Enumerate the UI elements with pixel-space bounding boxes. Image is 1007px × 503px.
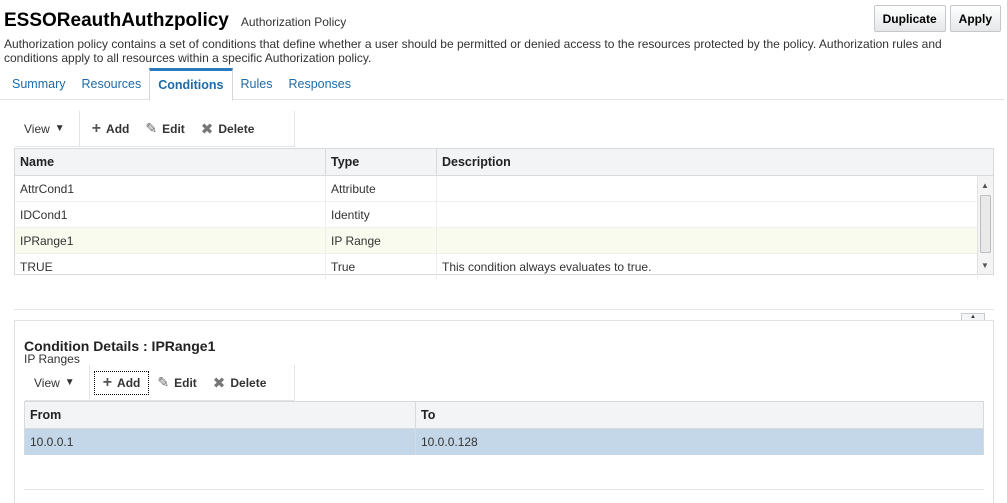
- delete-ip-range-button[interactable]: ✖ Delete: [205, 371, 275, 395]
- apply-button[interactable]: Apply: [949, 5, 1001, 32]
- cell-from: 10.0.0.1: [25, 429, 416, 455]
- cell-description: [437, 176, 978, 201]
- add-label: Add: [117, 375, 141, 390]
- page-header: ESSOReauthAuthzpolicy Authorization Poli…: [4, 10, 346, 36]
- add-ip-range-button[interactable]: + Add: [93, 370, 150, 395]
- delete-label: Delete: [230, 375, 267, 390]
- caret-down-icon: ▼: [54, 123, 65, 134]
- column-header-to[interactable]: To: [416, 402, 983, 428]
- view-menu[interactable]: View ▼: [15, 110, 80, 147]
- page-subtitle: Authorization Policy: [240, 15, 347, 29]
- ip-ranges-table-header: From To: [25, 402, 983, 429]
- cell-description: [437, 228, 978, 253]
- top-action-buttons: Duplicate Apply: [873, 5, 1001, 32]
- page-title: ESSOReauthAuthzpolicy: [4, 10, 229, 31]
- column-header-name[interactable]: Name: [15, 149, 326, 175]
- tab-responses[interactable]: Responses: [280, 68, 359, 100]
- pencil-icon: ✎: [157, 374, 170, 390]
- tab-bar: Summary Resources Conditions Rules Respo…: [0, 68, 1004, 101]
- plus-icon: +: [91, 119, 102, 137]
- caret-down-icon: ▼: [64, 377, 75, 388]
- add-label: Add: [106, 121, 130, 136]
- cell-name: IDCond1: [15, 202, 326, 227]
- conditions-table-header: Name Type Description: [15, 149, 993, 176]
- cell-name: AttrCond1: [15, 176, 326, 201]
- scroll-up-icon[interactable]: ▲: [981, 181, 989, 190]
- cell-description: This condition always evaluates to true.: [437, 254, 978, 280]
- column-header-type[interactable]: Type: [326, 149, 437, 175]
- ip-ranges-table: From To 10.0.0.1 10.0.0.128: [24, 401, 984, 455]
- conditions-table: Name Type Description AttrCond1 Attribut…: [14, 148, 994, 280]
- table-row-highlighted[interactable]: IPRange1 IP Range: [15, 228, 993, 254]
- conditions-toolbar: View ▼ + Add ✎ Edit ✖ Delete: [15, 110, 295, 147]
- view-menu-label: View: [24, 121, 50, 136]
- cell-name: TRUE: [15, 254, 326, 280]
- section-divider: [14, 309, 994, 310]
- scrollbar-thumb[interactable]: [980, 195, 991, 253]
- ip-ranges-toolbar: View ▼ + Add ✎ Edit ✖ Delete: [25, 364, 295, 401]
- cell-type: IP Range: [326, 228, 437, 253]
- tab-rules[interactable]: Rules: [233, 68, 281, 100]
- view-menu[interactable]: View ▼: [25, 364, 90, 401]
- cell-to: 10.0.0.128: [421, 435, 478, 449]
- edit-ip-range-button[interactable]: ✎ Edit: [149, 371, 204, 395]
- duplicate-button[interactable]: Duplicate: [873, 5, 946, 32]
- delete-label: Delete: [218, 121, 255, 136]
- scroll-down-icon[interactable]: ▼: [981, 261, 989, 270]
- pencil-icon: ✎: [145, 120, 158, 136]
- edit-condition-button[interactable]: ✎ Edit: [137, 117, 192, 141]
- policy-description: Authorization policy contains a set of c…: [4, 37, 942, 65]
- delete-x-icon: ✖: [212, 374, 226, 392]
- table-row[interactable]: AttrCond1 Attribute: [15, 176, 993, 202]
- edit-label: Edit: [174, 375, 197, 390]
- table-row-selected[interactable]: 10.0.0.1 10.0.0.128: [25, 429, 983, 455]
- table-row[interactable]: TRUE True This condition always evaluate…: [15, 254, 993, 280]
- edit-label: Edit: [162, 121, 185, 136]
- column-header-from[interactable]: From: [25, 402, 416, 428]
- table-row[interactable]: IDCond1 Identity: [15, 202, 993, 228]
- cell-name: IPRange1: [15, 228, 326, 253]
- cell-type: True: [326, 254, 437, 280]
- column-header-description[interactable]: Description: [437, 149, 978, 175]
- plus-icon: +: [102, 373, 113, 391]
- details-bottom-divider: [24, 489, 984, 490]
- view-menu-label: View: [34, 375, 60, 390]
- cell-type: Identity: [326, 202, 437, 227]
- delete-x-icon: ✖: [200, 120, 214, 138]
- tab-conditions[interactable]: Conditions: [149, 68, 233, 101]
- delete-condition-button[interactable]: ✖ Delete: [193, 117, 263, 141]
- tab-summary[interactable]: Summary: [0, 68, 73, 100]
- tab-resources[interactable]: Resources: [73, 68, 149, 100]
- cell-type: Attribute: [326, 176, 437, 201]
- add-condition-button[interactable]: + Add: [84, 117, 138, 141]
- conditions-table-scrollbar[interactable]: ▲ ▼: [977, 176, 993, 274]
- cell-description: [437, 202, 978, 227]
